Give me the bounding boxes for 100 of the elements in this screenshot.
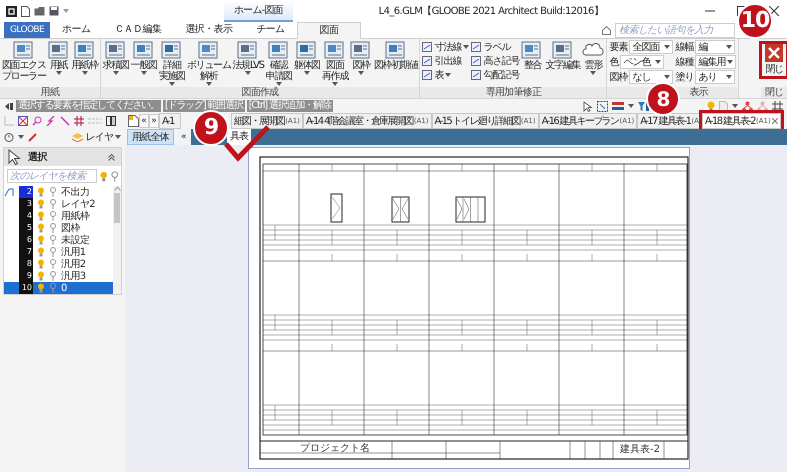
caret-icon [726,45,732,49]
pin-icon [49,259,57,269]
door-elevation-drawing [456,196,486,222]
page-icon[interactable] [719,100,728,112]
caret-icon [628,104,634,108]
ribbon-button[interactable]: 用紙 [46,40,71,75]
close-icon[interactable] [769,6,779,16]
grid-icon[interactable] [772,100,783,112]
layer-number: 5 [19,222,33,234]
layer-dropdown[interactable]: レイヤ [72,130,121,144]
layer-number: 2 [19,186,33,198]
tab-scroll-button[interactable]: « [139,114,149,128]
layer-name: レイヤ2 [61,198,95,210]
ribbon-tab[interactable]: ＣＡＤ編集 [102,22,174,38]
new-document-icon[interactable] [21,6,30,16]
layer-number: 8 [19,258,33,270]
ribbon-button[interactable]: 高さ記号 [471,54,520,67]
drawing-sheet-icon [160,40,183,60]
layer-search-field[interactable]: 次のレイヤを検索 [7,169,97,183]
pointer-icon[interactable] [583,100,593,112]
magnifier-icon[interactable] [32,116,42,126]
field-label: 要素 [609,40,628,54]
tool-icon [471,42,482,52]
ribbon-button[interactable]: 表 [422,68,470,81]
ribbon-button[interactable]: ラベル [471,40,520,53]
ribbon-button[interactable]: 詳細 実施図 [158,40,186,86]
drawing-sheet-icon [521,40,544,60]
pen-icon[interactable] [28,132,38,142]
ribbon-button[interactable]: 求積図 [102,40,130,75]
scrollbar[interactable] [113,186,121,294]
cross-icon[interactable] [18,116,28,126]
ribbon-button[interactable]: 寸法線 [422,40,470,53]
ribbon-tab[interactable]: ホーム [50,22,102,38]
tab-scroll-button[interactable]: « [176,129,191,145]
ribbon-tab[interactable]: 選択・表示 [173,22,244,38]
ribbon-button[interactable]: 図面 再作成 [320,40,349,86]
layer-row[interactable]: 5 図枠 [4,222,113,234]
collapse-icon[interactable] [108,154,115,160]
ribbon-button[interactable]: ボリューム 解析 [186,40,232,86]
layer-row[interactable]: 9 汎用3 [4,270,113,282]
pin-icon[interactable] [110,170,118,182]
bulb-icon[interactable] [707,100,715,112]
caret-icon [732,104,738,108]
ribbon-tab[interactable]: 図面 [296,22,362,39]
panel-toggle-icon[interactable] [4,102,14,110]
ribbon-button[interactable]: 文字編集 [544,40,582,71]
bulb-icon[interactable] [100,170,108,182]
field-label: 色 [609,56,618,69]
window-select-icon[interactable] [597,100,608,112]
lightning-icon[interactable] [46,116,56,126]
close-icon [772,118,778,124]
dropdown-field[interactable]: 編集用 [695,55,736,69]
ribbon-button[interactable]: 確認 申請図 [264,40,293,86]
new-sheet-icon[interactable] [128,115,139,127]
ribbon-button[interactable]: 引出線 [422,54,470,67]
layer-number: 10 [19,282,33,294]
ribbon-button[interactable]: 用紙枠 [70,40,99,75]
bulb-icon [37,283,45,293]
document-tab[interactable]: A-1 [159,113,181,129]
ribbon-tab[interactable]: GLOOBE [4,22,50,38]
ribbon-button[interactable]: 一般図 [130,40,158,75]
layer-row[interactable]: 7 汎用1 [4,246,113,258]
layer-row[interactable]: 3 レイヤ2 [4,198,113,210]
save-icon[interactable] [49,6,59,16]
caret-icon [18,135,24,139]
tool-icon [422,70,432,80]
layer-row[interactable]: 10 0 [4,282,113,294]
open-folder-icon[interactable] [34,6,45,16]
ribbon-button[interactable]: 雲形 [581,40,606,75]
dropdown-field[interactable]: あり [695,70,736,84]
ribbon-button[interactable]: 躯体図 [292,40,321,75]
tab-scroll-button[interactable]: » [149,114,159,128]
ribbon-button[interactable]: 図面エクス プローラー [1,40,47,82]
sheet-tab[interactable]: 具表 [226,129,252,145]
pin-icon [49,247,57,257]
ribbon-button[interactable]: 法規LVS [231,40,265,75]
layer-row[interactable]: 8 汎用2 [4,258,113,270]
fit-sheet-button[interactable]: 用紙全体 [127,129,174,145]
search-field[interactable]: 検索したい語句を入力 [615,22,735,38]
layer-row[interactable]: 6 未設定 [4,234,113,246]
scrollbar-thumb[interactable] [114,193,120,223]
ribbon-tab[interactable]: チーム [244,22,297,38]
layer-row[interactable]: 4 用紙枠 [4,210,113,222]
layer-name: 不出力 [61,186,90,199]
customize-caret-icon[interactable] [63,9,69,13]
timer-icon[interactable] [4,132,14,142]
ribbon-button[interactable]: 図枠 [348,40,373,75]
diagonal-line-icon[interactable] [60,116,70,126]
dropdown-field[interactable]: なし [629,70,674,84]
hint-label: [ドラッグ] 範囲選択 [162,100,245,112]
ribbon-button[interactable]: 図枠初期値 [372,40,418,71]
dropdown-field[interactable]: 編 [695,40,736,54]
layer-bars-icon[interactable] [612,101,624,111]
ribbon-button[interactable]: 勾配記号 [471,68,520,81]
dropdown-field[interactable]: ペン色 [620,55,664,69]
ribbon-button[interactable]: 整合 [520,40,544,71]
layer-row[interactable]: 2 不出力 [4,186,113,198]
hash-icon[interactable] [74,116,84,126]
dropdown-field[interactable]: 全図面 [629,40,674,54]
close-button[interactable]: 閉じ [762,44,786,76]
